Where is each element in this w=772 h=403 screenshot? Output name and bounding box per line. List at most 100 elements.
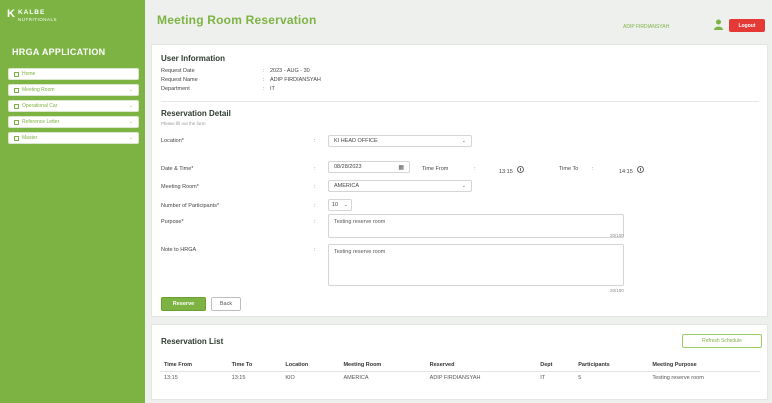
reservation-list-title: Reservation List bbox=[161, 337, 224, 346]
table-cell: KIO bbox=[285, 375, 295, 381]
separator: : bbox=[263, 86, 265, 92]
note-char-counter: 20/100 bbox=[610, 288, 624, 293]
column-header: Dept bbox=[536, 359, 575, 372]
sidebar-item-operational-car[interactable]: Operational Car ⌄ bbox=[8, 100, 139, 112]
date-input[interactable]: 08/28/2023 ▦ bbox=[328, 161, 410, 173]
note-label: Note to HRGA bbox=[161, 247, 197, 253]
meeting-room-selected: AMERICA bbox=[334, 183, 360, 189]
sidebar-item-master[interactable]: Master ⌄ bbox=[8, 132, 139, 144]
purpose-label: Purpose* bbox=[161, 219, 184, 225]
reservation-list-card: Reservation List Refresh Schedule Time F… bbox=[151, 324, 768, 400]
chevron-down-icon: ⌄ bbox=[128, 119, 133, 125]
form-hint: Please fill out the form bbox=[161, 121, 206, 126]
time-to-value: 14:15 bbox=[619, 169, 633, 175]
chevron-down-icon: ⌄ bbox=[343, 202, 348, 208]
database-icon bbox=[14, 135, 19, 141]
column-header: Time To bbox=[227, 359, 282, 372]
separator: : bbox=[263, 68, 265, 74]
home-icon bbox=[14, 71, 19, 77]
meeting-room-select[interactable]: AMERICA ⌄ bbox=[328, 180, 472, 192]
separator: : bbox=[314, 203, 316, 209]
purpose-textarea[interactable]: Testing reserve room bbox=[328, 214, 624, 238]
date-value: 08/28/2023 bbox=[334, 164, 362, 170]
user-info-title: User Information bbox=[161, 54, 226, 63]
sidebar-item-meeting-room[interactable]: Meeting Room ⌄ bbox=[8, 84, 139, 96]
location-select[interactable]: KI HEAD OFFICE ⌄ bbox=[328, 135, 472, 147]
department-value: IT bbox=[270, 86, 275, 92]
department-label: Department bbox=[161, 86, 190, 92]
back-button[interactable]: Back bbox=[211, 297, 241, 311]
calendar-icon[interactable]: ▦ bbox=[398, 164, 404, 171]
chevron-down-icon: ⌄ bbox=[128, 103, 133, 109]
table-cell: Testing reserve room bbox=[652, 375, 704, 381]
sidebar: K KALBE NUTRITIONALS HRGA APPLICATION Ho… bbox=[0, 0, 145, 403]
sidebar-item-label: Master bbox=[22, 135, 38, 141]
separator: : bbox=[314, 219, 316, 225]
note-textarea[interactable]: Testing reserve room bbox=[328, 244, 624, 286]
sidebar-item-label: Home bbox=[22, 71, 36, 77]
sidebar-item-reference-letter[interactable]: Reference Letter ⌄ bbox=[8, 116, 139, 128]
separator: : bbox=[314, 247, 316, 253]
table-cell: 5 bbox=[578, 375, 582, 381]
sidebar-item-label: Reference Letter bbox=[22, 119, 60, 125]
time-from-value: 13:15 bbox=[499, 169, 513, 175]
page-title: Meeting Room Reservation bbox=[157, 13, 317, 27]
separator: : bbox=[314, 166, 316, 172]
refresh-schedule-button[interactable]: Refresh Schedule bbox=[682, 334, 762, 348]
sidebar-item-home[interactable]: Home bbox=[8, 68, 139, 80]
section-divider bbox=[161, 101, 759, 102]
meeting-room-label: Meeting Room* bbox=[161, 184, 199, 190]
chevron-down-icon: ⌄ bbox=[461, 183, 466, 189]
brand-logo: K KALBE NUTRITIONALS bbox=[7, 9, 57, 29]
time-to-input[interactable]: 14:15 bbox=[619, 166, 644, 175]
logout-button[interactable]: Logout bbox=[729, 19, 765, 32]
participants-select[interactable]: 10 ⌄ bbox=[328, 199, 352, 211]
time-to-label: Time To bbox=[559, 166, 579, 172]
app-title: HRGA APPLICATION bbox=[12, 47, 106, 57]
table-cell: 13:15 bbox=[231, 375, 246, 381]
table-row[interactable]: 13:15 13:15 KIO AMERICA ADIP FIRDIANSYAH IT 5 T… bbox=[160, 372, 760, 385]
separator: : bbox=[592, 166, 594, 172]
user-name: ADIP FIRDIANSYAH bbox=[623, 24, 670, 30]
sidebar-item-label: Meeting Room bbox=[22, 87, 55, 93]
time-from-input[interactable]: 13:15 bbox=[499, 166, 524, 175]
separator: : bbox=[263, 77, 265, 83]
column-header: Time From bbox=[160, 359, 228, 372]
sidebar-nav: Home Meeting Room ⌄ Operational Car ⌄ Referen… bbox=[8, 68, 139, 148]
separator: : bbox=[474, 166, 476, 172]
brand-subtitle: NUTRITIONALS bbox=[17, 17, 57, 22]
separator: : bbox=[314, 138, 316, 144]
date-time-label: Date & Time* bbox=[161, 166, 194, 172]
sidebar-item-label: Operational Car bbox=[22, 103, 58, 109]
reservation-form-card: User Information Request Date : 2023 - A… bbox=[151, 44, 768, 317]
car-icon bbox=[14, 103, 19, 109]
document-icon bbox=[14, 119, 19, 125]
time-from-label: Time From bbox=[422, 166, 449, 172]
request-name-value: ADIP FIRDIANSYAH bbox=[270, 77, 321, 83]
column-header: Meeting Room bbox=[339, 359, 426, 372]
table-cell: ADIP FIRDIANSYAH bbox=[429, 375, 481, 381]
table-cell: IT bbox=[540, 375, 546, 381]
column-header: Participants bbox=[574, 359, 649, 372]
request-date-label: Request Date bbox=[161, 68, 195, 74]
location-selected: KI HEAD OFFICE bbox=[334, 138, 378, 144]
reserve-button[interactable]: Reserve bbox=[161, 297, 206, 311]
column-header: Location bbox=[281, 359, 340, 372]
calendar-icon bbox=[14, 87, 19, 93]
reservation-detail-title: Reservation Detail bbox=[161, 109, 231, 118]
table-cell: 13:15 bbox=[164, 375, 178, 381]
location-label: Location* bbox=[161, 138, 184, 144]
column-header: Meeting Purpose bbox=[648, 359, 760, 372]
purpose-char-counter: 20/100 bbox=[610, 233, 624, 238]
request-name-label: Request Name bbox=[161, 77, 198, 83]
user-icon[interactable] bbox=[714, 19, 723, 30]
clock-icon[interactable] bbox=[636, 166, 644, 173]
chevron-down-icon: ⌄ bbox=[128, 87, 133, 93]
clock-icon[interactable] bbox=[516, 166, 524, 173]
separator: : bbox=[314, 184, 316, 190]
request-date-value: 2023 - AUG - 30 bbox=[270, 68, 310, 74]
column-header: Reserved bbox=[425, 359, 537, 372]
table-cell: AMERICA bbox=[343, 375, 369, 381]
brand-mark: K bbox=[7, 8, 15, 20]
participants-selected: 10 bbox=[332, 202, 339, 208]
